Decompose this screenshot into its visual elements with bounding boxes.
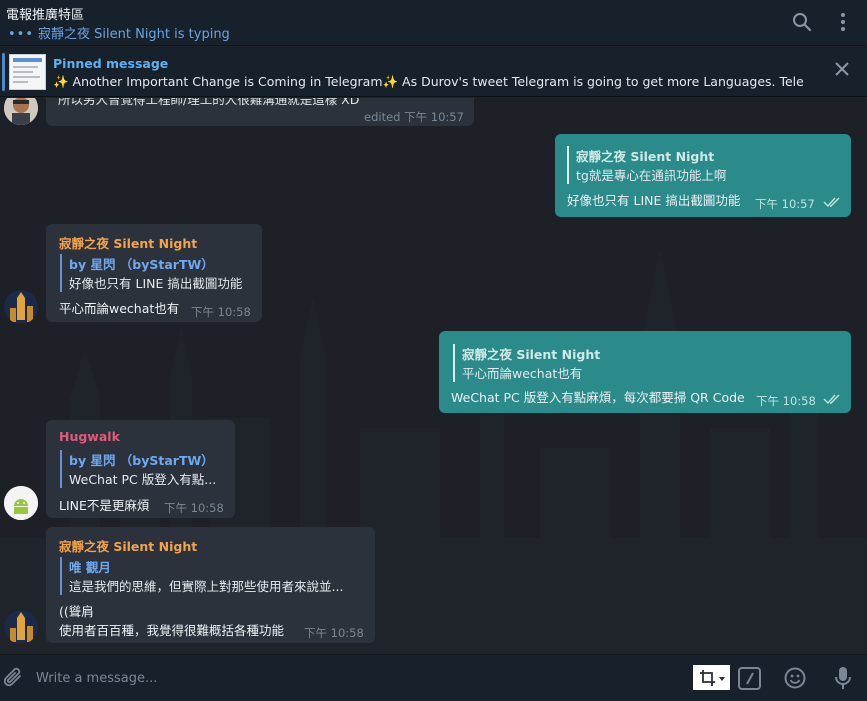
chat-title[interactable]: 電報推廣特區 <box>6 4 84 23</box>
message-bubble[interactable]: 所以另人曾覺得工程師/理工的人很難溝通就是這樣 XD edited 下午 10:… <box>46 98 474 126</box>
message-bubble[interactable]: 寂靜之夜 Silent Night tg就是專心在通訊功能上啊 好像也只有 LI… <box>555 134 851 217</box>
message-bubble[interactable]: Hugwalk by 星閃 （byStarTW） WeChat PC 版登入有點… <box>46 420 235 518</box>
avatar[interactable] <box>4 610 38 644</box>
sender-name[interactable]: 寂靜之夜 Silent Night <box>59 233 197 252</box>
message-time: 下午 10:58 <box>164 501 224 515</box>
emoji-icon[interactable] <box>783 666 807 690</box>
reply-text: 好像也只有 LINE 搞出截圖功能 <box>69 276 243 291</box>
pinned-message-bar[interactable]: Pinned message ✨ Another Important Chang… <box>0 47 867 97</box>
message-input[interactable] <box>36 663 676 693</box>
pinned-text: ✨ Another Important Change is Coming in … <box>53 74 803 89</box>
reply-text: WeChat PC 版登入有點... <box>69 472 217 487</box>
reply-text: 平心而論wechat也有 <box>462 366 583 381</box>
read-check-icon <box>823 197 840 208</box>
search-icon[interactable] <box>789 9 815 35</box>
more-vertical-icon[interactable] <box>830 9 856 35</box>
reply-quote[interactable]: by 星閃 （byStarTW） WeChat PC 版登入有點... <box>60 450 216 488</box>
reply-author: by 星閃 （byStarTW） <box>69 257 214 272</box>
typing-status: ••• 寂靜之夜 Silent Night is typing <box>8 23 230 42</box>
message-text: LINE不是更麻煩 <box>59 498 150 513</box>
attach-icon[interactable] <box>2 666 26 690</box>
message-bubble[interactable]: 寂靜之夜 Silent Night 平心而論wechat也有 WeChat PC… <box>439 331 851 413</box>
pinned-thumbnail <box>9 54 46 90</box>
chat-header: 電報推廣特區 ••• 寂靜之夜 Silent Night is typing <box>0 0 867 46</box>
message-bubble[interactable]: 寂靜之夜 Silent Night 唯 觀月 這是我們的思維，但實際上對那些使用… <box>46 527 375 643</box>
message-time: edited 下午 10:57 <box>364 110 464 124</box>
reply-author: 寂靜之夜 Silent Night <box>462 347 601 362</box>
pinned-label: Pinned message <box>53 56 169 71</box>
message-text-line-1: ((聳肩 <box>59 604 94 619</box>
message-text: WeChat PC 版登入有點麻煩，每次都要掃 QR Code <box>451 390 745 405</box>
crop-icon[interactable] <box>693 665 730 690</box>
avatar[interactable] <box>4 486 38 520</box>
read-check-icon <box>823 394 840 405</box>
message-text-line-2: 使用者百百種，我覺得很難概括各種功能 <box>59 623 285 638</box>
message-time: 下午 10:57 <box>755 197 815 211</box>
message-text: 所以另人曾覺得工程師/理工的人很難溝通就是這樣 XD <box>58 98 360 107</box>
avatar[interactable] <box>4 290 38 324</box>
close-pinned-icon[interactable] <box>832 59 852 79</box>
message-list[interactable]: 所以另人曾覺得工程師/理工的人很難溝通就是這樣 XD edited 下午 10:… <box>0 98 867 654</box>
message-text: 好像也只有 LINE 搞出截圖功能 <box>567 193 741 208</box>
reply-quote[interactable]: 寂靜之夜 Silent Night 平心而論wechat也有 <box>453 344 600 382</box>
microphone-icon[interactable] <box>831 665 855 691</box>
message-bubble[interactable]: 寂靜之夜 Silent Night by 星閃 （byStarTW） 好像也只有… <box>46 224 262 322</box>
message-time: 下午 10:58 <box>191 305 251 319</box>
reply-quote[interactable]: by 星閃 （byStarTW） 好像也只有 LINE 搞出截圖功能 <box>60 254 242 292</box>
message-text: 平心而論wechat也有 <box>59 301 180 316</box>
reply-text: 這是我們的思維，但實際上對那些使用者來說並... <box>69 579 344 594</box>
typing-text: 寂靜之夜 Silent Night is typing <box>38 27 230 42</box>
reply-author: 唯 觀月 <box>69 560 111 575</box>
typing-dots-icon: ••• <box>8 27 35 42</box>
sender-name[interactable]: 寂靜之夜 Silent Night <box>59 536 197 555</box>
commands-icon[interactable] <box>738 667 761 690</box>
reply-author: 寂靜之夜 Silent Night <box>576 149 715 164</box>
reply-author: by 星閃 （byStarTW） <box>69 453 214 468</box>
message-composer <box>0 654 867 701</box>
reply-text: tg就是專心在通訊功能上啊 <box>576 168 727 183</box>
sender-name[interactable]: Hugwalk <box>59 429 120 444</box>
pinned-accent-bar <box>2 53 5 91</box>
message-time: 下午 10:58 <box>756 394 816 408</box>
message-time: 下午 10:58 <box>304 626 364 640</box>
reply-quote[interactable]: 寂靜之夜 Silent Night tg就是專心在通訊功能上啊 <box>567 146 726 184</box>
reply-quote[interactable]: 唯 觀月 這是我們的思維，但實際上對那些使用者來說並... <box>60 557 343 595</box>
